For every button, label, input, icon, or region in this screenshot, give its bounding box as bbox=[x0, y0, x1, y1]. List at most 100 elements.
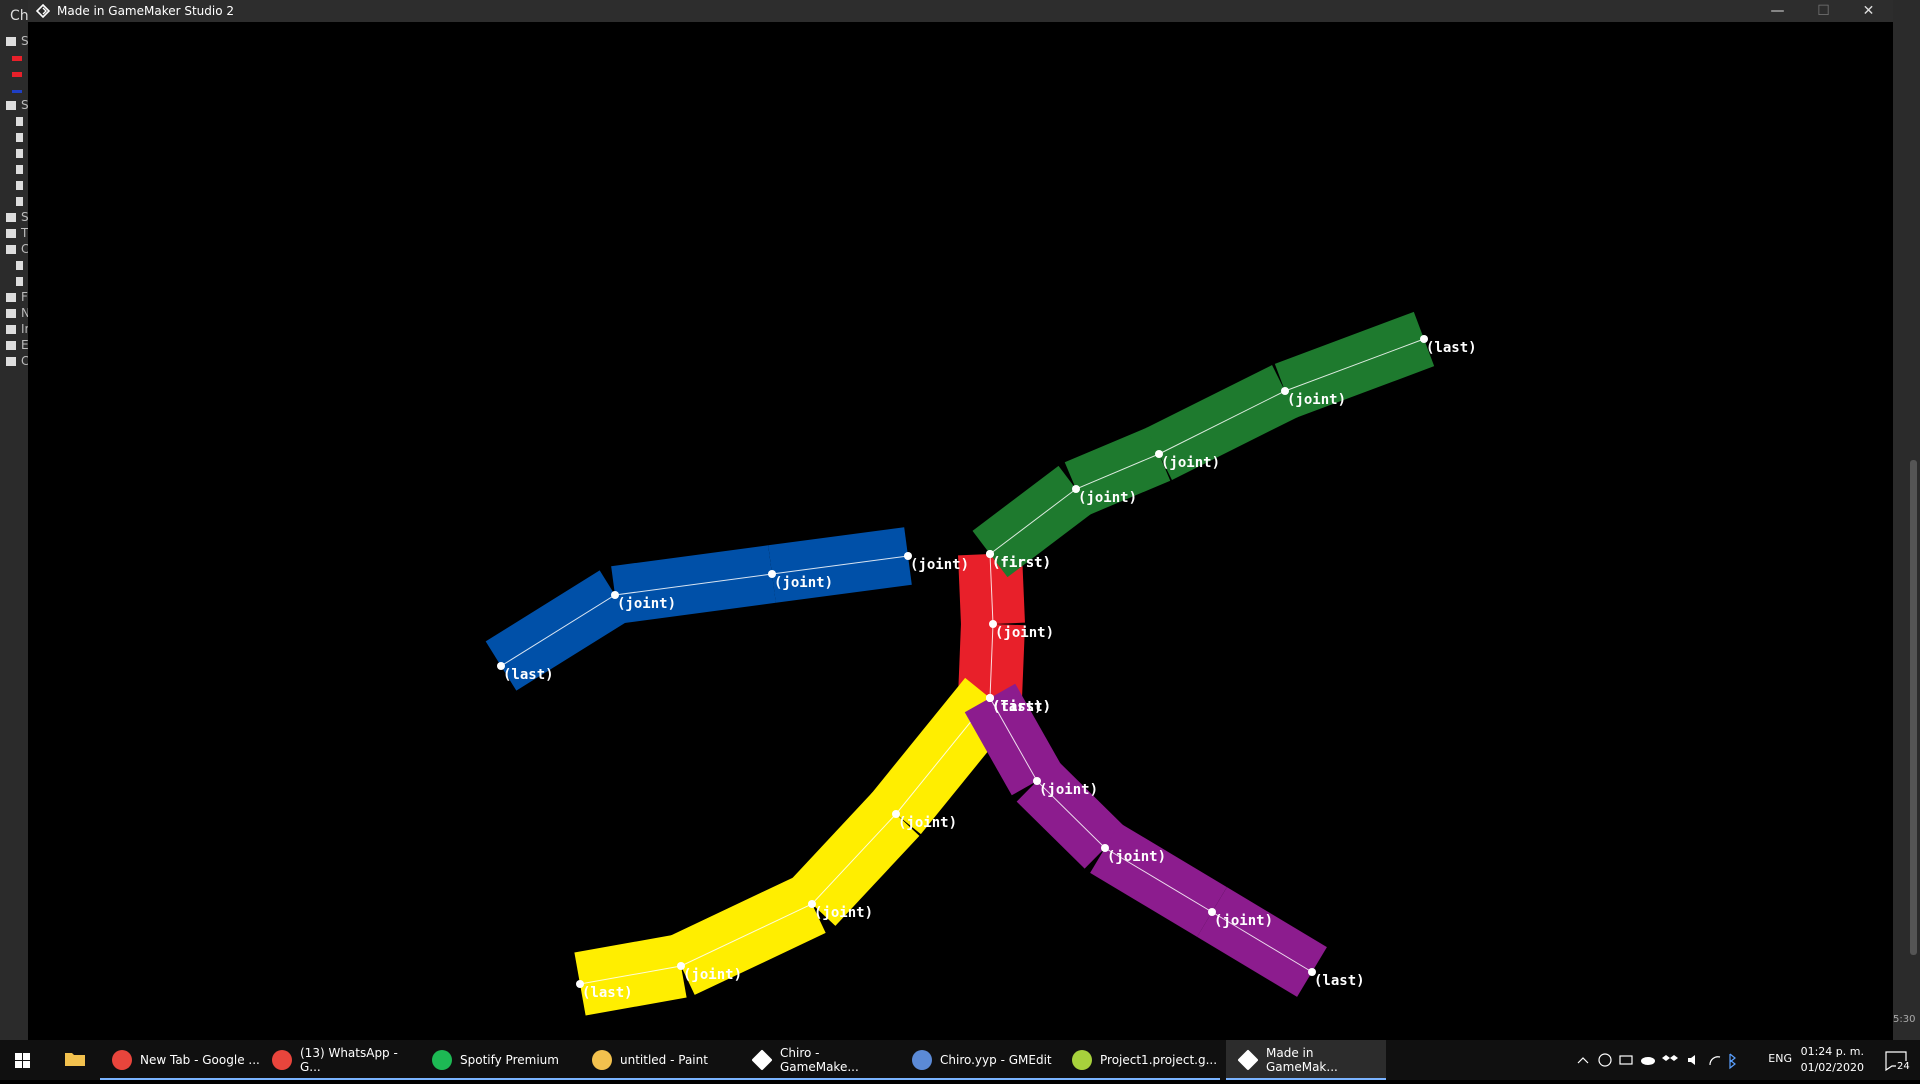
taskbar-item[interactable]: untitled - Paint bbox=[580, 1040, 740, 1080]
tree-row[interactable] bbox=[4, 114, 28, 130]
file-icon bbox=[16, 165, 23, 174]
windows-logo-icon bbox=[15, 1053, 30, 1068]
folder-icon bbox=[6, 229, 16, 238]
chrome-icon bbox=[272, 1050, 292, 1070]
joint-label: (joint) bbox=[683, 967, 742, 983]
start-button[interactable] bbox=[0, 1040, 46, 1080]
file-icon bbox=[16, 277, 23, 286]
game-window: Made in GameMaker Studio 2 — ☐ ✕ (first)… bbox=[28, 0, 1893, 1040]
tree-row[interactable]: C bbox=[4, 354, 29, 370]
minimize-button[interactable]: — bbox=[1755, 0, 1800, 22]
volume-icon[interactable] bbox=[1688, 1055, 1695, 1065]
tree-row-label: F bbox=[21, 290, 28, 304]
maximize-button[interactable]: ☐ bbox=[1801, 0, 1846, 22]
joint-label: (joint) bbox=[898, 815, 957, 831]
network-icon[interactable] bbox=[1709, 1056, 1721, 1066]
joint-label: (last) bbox=[1314, 973, 1365, 989]
notification-count: 24 bbox=[1896, 1061, 1911, 1072]
limb-right-arm bbox=[972, 311, 1435, 578]
taskbar-item-label: Project1.project.g... bbox=[1100, 1053, 1218, 1067]
taskbar-item-label: Chiro - GameMake... bbox=[780, 1046, 859, 1074]
taskbar-item[interactable]: Spotify Premium bbox=[420, 1040, 580, 1080]
taskbar-item[interactable]: Project1.project.g... bbox=[1060, 1040, 1220, 1080]
taskbar-item-label: Spotify Premium bbox=[460, 1053, 559, 1067]
taskbar-item[interactable]: Made in GameMak... bbox=[1226, 1040, 1386, 1080]
skeleton-view: (first) (joint) (last) (first) (joint) (joint… bbox=[485, 311, 1477, 1016]
file-explorer-button[interactable] bbox=[60, 1040, 90, 1080]
tree-row[interactable] bbox=[4, 146, 28, 162]
background-ide-panel: Ch S S S T C F N In E C bbox=[0, 0, 32, 1040]
dropbox-icon[interactable] bbox=[1662, 1055, 1678, 1061]
spotify-icon bbox=[432, 1050, 452, 1070]
onedrive-icon[interactable] bbox=[1641, 1057, 1655, 1065]
joint-label: (joint) bbox=[774, 575, 833, 591]
file-icon bbox=[16, 181, 23, 190]
file-icon bbox=[16, 133, 23, 142]
background-ide-right-edge: 5:30 bbox=[1893, 0, 1920, 1040]
scrollbar[interactable] bbox=[1910, 460, 1917, 955]
taskbar-item-label: (13) WhatsApp - G... bbox=[300, 1046, 398, 1074]
joint-label: (last) bbox=[503, 667, 554, 683]
joint-label: (first) bbox=[992, 555, 1051, 571]
file-icon bbox=[16, 117, 23, 126]
tree-row[interactable] bbox=[4, 130, 28, 146]
tree-row[interactable]: S bbox=[4, 34, 29, 50]
close-button[interactable]: ✕ bbox=[1846, 0, 1891, 22]
taskbar-item[interactable]: (13) WhatsApp - G... bbox=[260, 1040, 420, 1080]
tree-row[interactable] bbox=[4, 178, 28, 194]
file-icon bbox=[16, 197, 23, 206]
taskbar: New Tab - Google ... (13) WhatsApp - G...… bbox=[0, 1040, 1920, 1080]
tree-row[interactable] bbox=[4, 82, 28, 98]
joint-label: (joint) bbox=[910, 557, 969, 573]
gamemaker-icon bbox=[36, 4, 50, 18]
tree-row[interactable] bbox=[4, 162, 28, 178]
tree-row[interactable] bbox=[4, 66, 28, 82]
chrome-icon bbox=[112, 1050, 132, 1070]
tree-row[interactable]: S bbox=[4, 210, 29, 226]
gmedit-icon bbox=[912, 1050, 932, 1070]
tree-row[interactable]: C bbox=[4, 242, 29, 258]
tree-row[interactable] bbox=[4, 194, 28, 210]
tray-app-icon[interactable] bbox=[1598, 1053, 1612, 1067]
tree-row[interactable]: E bbox=[4, 338, 29, 354]
clock-date: 01/02/2020 bbox=[1800, 1061, 1864, 1074]
taskbar-item-label: Chiro.yyp - GMEdit bbox=[940, 1053, 1052, 1067]
folder-icon bbox=[6, 341, 16, 350]
tree-row[interactable] bbox=[4, 258, 28, 274]
notification-center-button[interactable]: 24 bbox=[1876, 1040, 1916, 1080]
file-icon bbox=[16, 149, 23, 158]
taskbar-item[interactable]: Chiro - GameMake... bbox=[740, 1040, 900, 1080]
taskbar-item[interactable]: New Tab - Google ... bbox=[100, 1040, 260, 1080]
bluetooth-icon[interactable] bbox=[1729, 1053, 1736, 1070]
language-indicator[interactable]: ENG bbox=[1768, 1052, 1792, 1065]
taskbar-item-label: untitled - Paint bbox=[620, 1053, 708, 1067]
joint-label: (last) bbox=[1426, 340, 1477, 356]
joint-label: (joint) bbox=[995, 625, 1054, 641]
paint-icon bbox=[592, 1050, 612, 1070]
tree-row[interactable] bbox=[4, 274, 28, 290]
window-titlebar[interactable]: Made in GameMaker Studio 2 — ☐ ✕ bbox=[28, 0, 1893, 22]
notification-icon bbox=[1885, 1051, 1907, 1072]
clock[interactable]: 01:24 p. m. 01/02/2020 bbox=[1801, 1044, 1864, 1076]
project-icon bbox=[1072, 1050, 1092, 1070]
tree-row[interactable]: F bbox=[4, 290, 28, 306]
game-canvas[interactable]: (first) (joint) (last) (first) (joint) (joint… bbox=[28, 22, 1893, 1040]
tree-row[interactable]: In bbox=[4, 322, 32, 338]
taskbar-item[interactable]: Chiro.yyp - GMEdit bbox=[900, 1040, 1060, 1080]
show-hidden-icons-icon[interactable] bbox=[1577, 1057, 1589, 1064]
joint-label: (joint) bbox=[1107, 849, 1166, 865]
folder-open-icon bbox=[6, 245, 16, 254]
window-title: Made in GameMaker Studio 2 bbox=[57, 4, 235, 18]
joint-label: (joint) bbox=[1214, 913, 1273, 929]
tree-row[interactable]: S bbox=[4, 98, 29, 114]
system-tray bbox=[1570, 1040, 1770, 1080]
folder-open-icon bbox=[6, 101, 16, 110]
clock-time: 01:24 p. m. bbox=[1800, 1045, 1864, 1058]
battery-icon[interactable] bbox=[1619, 1055, 1633, 1065]
tree-row[interactable]: N bbox=[4, 306, 30, 322]
joint-label: (joint) bbox=[1039, 782, 1098, 798]
tree-row[interactable] bbox=[4, 50, 28, 66]
limb-right-leg bbox=[964, 683, 1327, 997]
folder-icon bbox=[6, 357, 16, 366]
tree-row[interactable]: T bbox=[4, 226, 28, 242]
